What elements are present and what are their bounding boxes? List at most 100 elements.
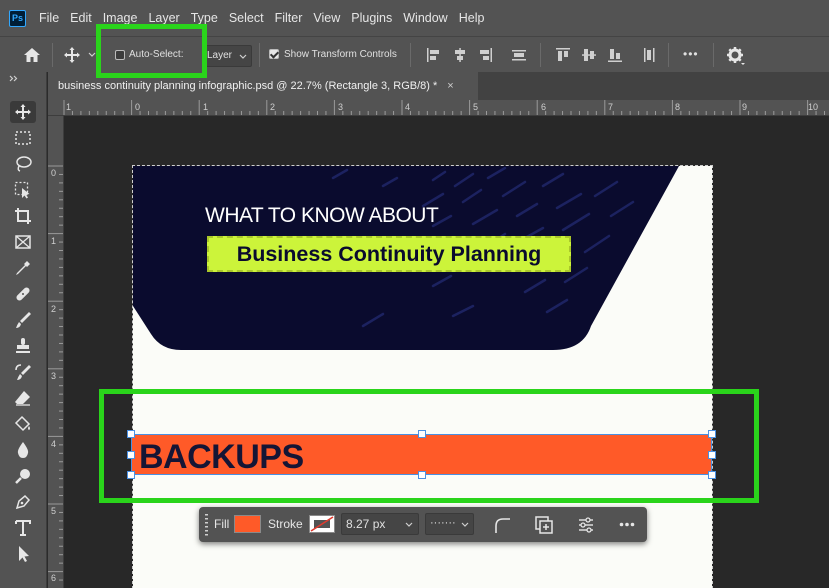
crop-icon <box>15 208 31 224</box>
ruler-label: 0 <box>51 168 57 178</box>
healing-brush-tool[interactable] <box>10 283 36 305</box>
document-tab-title: business continuity planning infographic… <box>58 80 438 92</box>
header-title-box[interactable]: Business Continuity Planning <box>207 236 571 272</box>
pen-tool[interactable] <box>10 491 36 513</box>
header-kicker-text[interactable]: WHAT TO KNOW ABOUT <box>205 204 439 228</box>
menu-image[interactable]: Image <box>103 11 138 25</box>
ruler-label: 8 <box>675 102 681 112</box>
more-options-button[interactable]: ••• <box>683 47 699 61</box>
header-title-text: Business Continuity Planning <box>236 241 542 266</box>
eraser-tool[interactable] <box>10 387 36 409</box>
menu-select[interactable]: Select <box>229 11 264 25</box>
chevron-down-icon[interactable] <box>88 52 96 58</box>
type-tool[interactable] <box>10 517 36 539</box>
pen-icon <box>15 494 31 510</box>
brush-tool[interactable] <box>10 309 36 331</box>
stroke-width-field[interactable]: 8.27 px <box>341 513 419 535</box>
gear-icon[interactable] <box>726 46 746 66</box>
dodge-icon <box>15 469 30 484</box>
ruler-label: 7 <box>608 102 614 112</box>
frame-tool[interactable] <box>10 231 36 253</box>
align-right-icon[interactable] <box>479 47 493 63</box>
stroke-color-swatch[interactable] <box>309 515 335 533</box>
ruler-label: 4 <box>51 439 57 449</box>
separator <box>259 43 260 67</box>
align-middle-vertical-icon[interactable] <box>581 47 597 63</box>
bandage-icon <box>16 287 30 301</box>
duplicate-layer-icon[interactable] <box>534 515 554 535</box>
eraser-icon <box>15 391 30 406</box>
align-top-icon[interactable] <box>555 47 571 63</box>
menu-help[interactable]: Help <box>459 11 485 25</box>
stroke-width-value: 8.27 px <box>346 517 386 531</box>
ruler-label: 9 <box>742 102 748 112</box>
menu-type[interactable]: Type <box>191 11 218 25</box>
crop-tool[interactable] <box>10 205 36 227</box>
lasso-icon <box>16 156 32 172</box>
show-transform-label: Show Transform Controls <box>284 49 397 60</box>
ruler-label: 2 <box>51 304 57 314</box>
tools-panel <box>0 72 47 588</box>
drag-handle-icon[interactable] <box>204 513 210 537</box>
corner-radius-icon[interactable] <box>493 516 511 534</box>
menu-plugins[interactable]: Plugins <box>351 11 392 25</box>
menu-layer[interactable]: Layer <box>148 11 179 25</box>
type-icon <box>15 520 31 536</box>
separator <box>540 43 541 67</box>
ruler-label: 5 <box>473 102 479 112</box>
menu-window[interactable]: Window <box>403 11 447 25</box>
marquee-tool[interactable] <box>10 127 36 149</box>
horizontal-ruler[interactable]: 1 0 1 2 3 4 5 6 7 8 9 10 <box>48 100 829 116</box>
eyedropper-icon <box>16 261 30 275</box>
distribute-horizontal-icon[interactable] <box>641 47 657 63</box>
align-bottom-icon[interactable] <box>607 47 623 63</box>
ruler-label: 4 <box>405 102 411 112</box>
eyedropper-tool[interactable] <box>10 257 36 279</box>
chevron-down-icon <box>405 522 413 527</box>
ruler-label: 1 <box>203 102 209 112</box>
chevron-down-icon <box>461 522 469 527</box>
paint-bucket-icon <box>14 415 31 432</box>
photoshop-logo[interactable]: Ps <box>9 9 26 27</box>
fill-color-swatch[interactable] <box>234 515 261 533</box>
stroke-style-dropdown[interactable]: ······· <box>425 513 474 535</box>
ruler-label: 5 <box>51 506 57 516</box>
align-left-icon[interactable] <box>426 47 440 63</box>
close-icon[interactable]: × <box>447 80 453 92</box>
menu-filter[interactable]: Filter <box>275 11 303 25</box>
path-selection-arrow-icon <box>19 546 29 562</box>
vertical-ruler[interactable]: 0 1 2 3 4 5 6 <box>48 116 64 588</box>
menu-edit[interactable]: Edit <box>70 11 92 25</box>
ruler-label: 3 <box>51 371 57 381</box>
blur-tool[interactable] <box>10 439 36 461</box>
more-options-icon[interactable] <box>619 522 635 527</box>
separator <box>410 43 411 67</box>
clone-stamp-tool[interactable] <box>10 335 36 357</box>
auto-select-target-dropdown[interactable]: Layer <box>202 45 252 67</box>
lasso-tool[interactable] <box>10 153 36 175</box>
separator <box>52 43 53 67</box>
auto-select-highlight <box>96 24 207 78</box>
move-tool-icon[interactable] <box>63 46 81 64</box>
frame-icon <box>15 235 31 249</box>
home-icon[interactable] <box>23 47 41 63</box>
stamp-icon <box>16 338 30 353</box>
align-center-horizontal-icon[interactable] <box>453 47 467 63</box>
ruler-ticks <box>63 100 825 115</box>
distribute-vertical-icon[interactable] <box>511 47 527 63</box>
move-tool[interactable] <box>10 101 36 123</box>
menu-view[interactable]: View <box>313 11 340 25</box>
history-brush-tool[interactable] <box>10 361 36 383</box>
stroke-style-value: ······· <box>430 517 456 529</box>
menu-file[interactable]: File <box>39 11 59 25</box>
fill-label: Fill <box>214 517 230 531</box>
object-selection-tool[interactable] <box>10 179 36 201</box>
path-selection-tool[interactable] <box>10 543 36 565</box>
adjustments-sliders-icon[interactable] <box>577 516 595 534</box>
paint-bucket-tool[interactable] <box>10 413 36 435</box>
collapse-panel-icon[interactable] <box>9 75 19 82</box>
dodge-tool[interactable] <box>10 465 36 487</box>
ruler-label: 10 <box>808 102 819 112</box>
object-selection-icon <box>14 181 30 199</box>
show-transform-checkbox[interactable] <box>269 49 279 59</box>
